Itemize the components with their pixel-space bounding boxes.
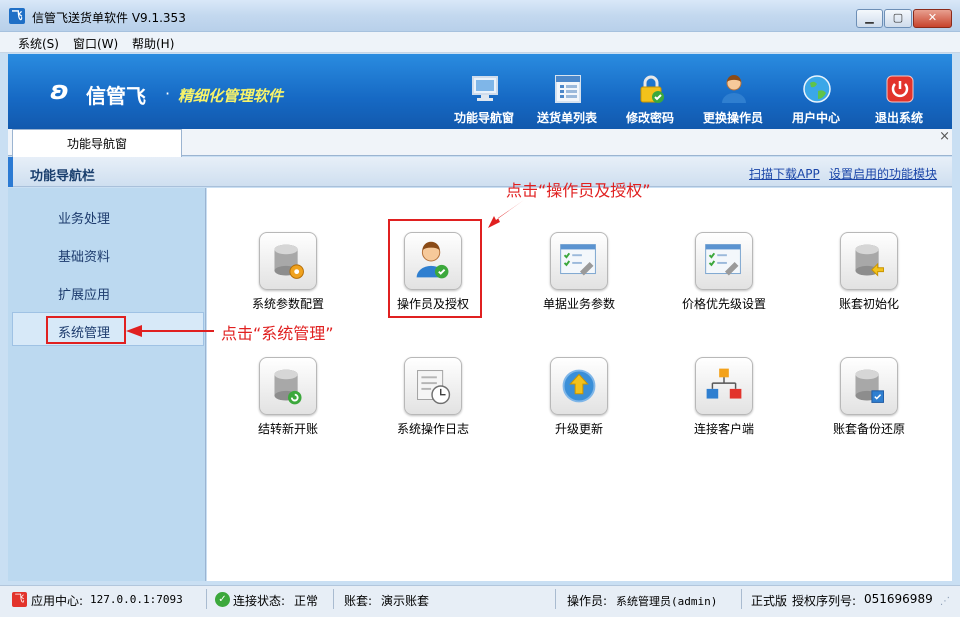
account-value: 演示账套 (381, 594, 430, 608)
section-header: 功能导航栏 扫描下载APP 设置启用的功能模块 (8, 157, 952, 187)
upgrade-icon (550, 357, 608, 415)
window-title: 信管飞送货单软件 V9.1.353 (32, 11, 186, 25)
app-logo-icon: 飞 (9, 8, 25, 24)
fn-label: 升级更新 (554, 422, 603, 436)
sidebar-item-basic-data[interactable]: 基础资料 (58, 246, 110, 265)
edition-label: 正式版 (751, 594, 788, 608)
globe-icon (803, 75, 831, 103)
power-icon (886, 75, 914, 103)
fn-label: 结转新开账 (257, 422, 318, 436)
fn-label: 系统参数配置 (251, 297, 324, 311)
connection-value: 正常 (294, 594, 319, 608)
operator-highlight-box (388, 219, 482, 318)
database-gear-icon (259, 232, 317, 290)
operator-label: 操作员: (567, 594, 608, 608)
annotation-arrow-system (126, 325, 214, 337)
status-divider (555, 589, 556, 609)
section-accent (8, 157, 13, 187)
brand-separator: · (165, 84, 171, 103)
check-icon: ✓ (215, 592, 230, 607)
section-title: 功能导航栏 (30, 169, 96, 184)
fn-upgrade[interactable]: 升级更新 (519, 357, 639, 453)
toolbar-user-center-button[interactable]: 用户中心 (776, 74, 856, 126)
checklist-wrench-icon (550, 232, 608, 290)
toolbar-label: 修改密码 (625, 111, 674, 125)
toolbar-delivery-list-button[interactable]: 送货单列表 (527, 74, 607, 126)
fn-account-init[interactable]: 账套初始化 (809, 232, 929, 328)
fn-label: 价格优先级设置 (681, 297, 766, 311)
network-icon (695, 357, 753, 415)
operator-value: 系统管理员(admin) (616, 595, 718, 608)
maximize-button[interactable]: ▢ (884, 9, 912, 28)
toolbar-switch-operator-button[interactable]: 更换操作员 (693, 74, 773, 126)
tab-close-icon[interactable]: × (939, 129, 950, 144)
title-bar: 飞 信管飞送货单软件 V9.1.353 ▁ ▢ ✕ (0, 0, 960, 32)
sidebar-item-business[interactable]: 业务处理 (58, 208, 110, 227)
fn-connect-client[interactable]: 连接客户端 (664, 357, 784, 453)
toolbar-label: 退出系统 (874, 111, 923, 125)
monitor-icon (472, 76, 498, 101)
menu-help[interactable]: 帮助(H) (132, 35, 174, 52)
close-button[interactable]: ✕ (913, 9, 952, 28)
fn-system-params[interactable]: 系统参数配置 (228, 232, 348, 328)
annotation-arrow-operator (488, 200, 524, 228)
tab-nav-window[interactable]: 功能导航窗 (12, 129, 182, 157)
annotation-operator: 点击“操作员及授权” (506, 181, 651, 200)
menu-bar: 系统(S) 窗口(W) 帮助(H) (0, 32, 960, 53)
checklist-wrench-icon (695, 232, 753, 290)
toolbar-exit-button[interactable]: 退出系统 (859, 74, 939, 126)
toolbar-label: 功能导航窗 (453, 111, 514, 125)
toolbar-label: 用户中心 (791, 111, 840, 125)
module-settings-link[interactable]: 设置启用的功能模块 (829, 165, 937, 182)
list-icon (555, 75, 581, 103)
sidebar-item-extensions[interactable]: 扩展应用 (58, 284, 110, 303)
menu-system[interactable]: 系统(S) (18, 35, 59, 52)
minimize-button[interactable]: ▁ (856, 9, 883, 28)
fn-operation-log[interactable]: 系统操作日志 (373, 357, 493, 453)
toolbar-change-password-button[interactable]: 修改密码 (610, 74, 690, 126)
resize-grip-icon[interactable]: ⋰ (940, 596, 950, 607)
status-bar: 飞 应用中心: 127.0.0.1:7093 ✓ 连接状态: 正常 账套: 演示… (0, 585, 960, 617)
serial-value: 051696989 (864, 592, 933, 606)
brand-logo-icon: ʚ (50, 76, 70, 106)
toolbar-nav-window-button[interactable]: 功能导航窗 (444, 74, 524, 126)
annotation-system: 点击“系统管理” (221, 324, 334, 343)
function-panel: 系统参数配置 操作员及授权 单据业务参数 价格优先级设置 账套初始化 结转新开账… (207, 188, 952, 581)
fn-label: 账套初始化 (838, 297, 899, 311)
sidebar-item-system-management[interactable]: 系统管理 (58, 322, 110, 341)
database-refresh-icon (259, 357, 317, 415)
lock-icon (640, 75, 664, 103)
fn-label: 账套备份还原 (832, 422, 905, 436)
app-center-label: 应用中心: (31, 594, 84, 608)
header-banner: ʚ 信管飞 · 精细化管理软件 功能导航窗 送货单列表 修改密码 更换操作员 用… (8, 54, 952, 129)
fn-label: 连接客户端 (693, 422, 754, 436)
menu-window[interactable]: 窗口(W) (73, 35, 118, 52)
status-divider (206, 589, 207, 609)
fn-price-priority[interactable]: 价格优先级设置 (664, 232, 784, 328)
database-backup-icon (840, 357, 898, 415)
brand-name: 信管飞 (86, 84, 146, 108)
toolbar-label: 送货单列表 (536, 111, 597, 125)
user-icon (722, 75, 746, 103)
serial-label: 授权序列号: (792, 594, 857, 608)
tab-strip: 功能导航窗 × (8, 129, 952, 157)
app-center-value: 127.0.0.1:7093 (90, 593, 183, 606)
sidebar: 业务处理 基础资料 扩展应用 系统管理 (8, 188, 206, 581)
fn-backup-restore[interactable]: 账套备份还原 (809, 357, 929, 453)
brand-slogan: 精细化管理软件 (178, 87, 284, 105)
account-label: 账套: (344, 594, 373, 608)
app-center-icon: 飞 (12, 592, 27, 607)
scan-app-link[interactable]: 扫描下载APP (749, 165, 820, 182)
toolbar-label: 更换操作员 (702, 111, 763, 125)
fn-label: 单据业务参数 (542, 297, 615, 311)
status-divider (333, 589, 334, 609)
status-divider (741, 589, 742, 609)
log-clock-icon (404, 357, 462, 415)
connection-label: 连接状态: (233, 594, 286, 608)
fn-carry-forward[interactable]: 结转新开账 (228, 357, 348, 453)
database-arrow-icon (840, 232, 898, 290)
fn-label: 系统操作日志 (396, 422, 469, 436)
fn-document-params[interactable]: 单据业务参数 (519, 232, 639, 328)
